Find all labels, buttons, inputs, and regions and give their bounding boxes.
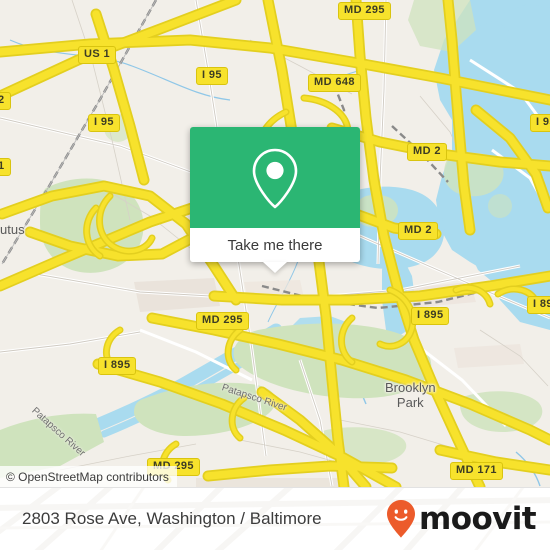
popup-footer[interactable]: Take me there [190, 228, 360, 273]
highway-shield: MD 2 [398, 222, 438, 240]
highway-shield: I 95 [88, 114, 120, 132]
location-popup-card[interactable]: Take me there [190, 127, 360, 273]
highway-shield: MD 171 [450, 462, 503, 480]
moovit-logo[interactable]: moovit [386, 499, 537, 539]
map-canvas[interactable]: MD 295 US 1 I 95 MD 648 I 95 I 95 MD 2 2 1 MD 2 I … [0, 0, 550, 487]
map-pin-icon [252, 148, 298, 208]
attribution-text: © OpenStreetMap contributors [6, 469, 169, 484]
highway-shield: MD 295 [338, 2, 391, 20]
map-screenshot: MD 295 US 1 I 95 MD 648 I 95 I 95 MD 2 2 1 MD 2 I … [0, 0, 550, 550]
address-title: 2803 Rose Ave, Washington / Baltimore [22, 509, 322, 528]
highway-shield: US 1 [78, 46, 117, 64]
highway-shield: I 95 [196, 67, 228, 85]
popup-pointer-tail [263, 262, 287, 273]
place-label: utus [0, 222, 25, 237]
highway-shield: MD 648 [308, 74, 361, 92]
highway-shield: 2 [0, 92, 11, 110]
highway-shield: MD 295 [196, 312, 249, 330]
highway-shield: I 895 [98, 357, 137, 375]
popup-header [190, 127, 360, 228]
highway-shield: I 95 [530, 114, 550, 132]
take-me-there-button[interactable]: Take me there [227, 237, 322, 254]
moovit-smiley-pin-icon [387, 500, 416, 538]
osm-attribution[interactable]: © OpenStreetMap contributors [0, 466, 177, 487]
moovit-wordmark: moovit [419, 500, 537, 537]
highway-shield: MD 2 [407, 143, 447, 161]
place-label: Brooklyn Park [385, 380, 436, 410]
highway-shield: I 895 [411, 307, 450, 325]
highway-shield: I 895 [527, 296, 550, 314]
footer-bar: 2803 Rose Ave, Washington / Baltimore mo… [0, 487, 550, 550]
highway-shield: 1 [0, 158, 11, 176]
